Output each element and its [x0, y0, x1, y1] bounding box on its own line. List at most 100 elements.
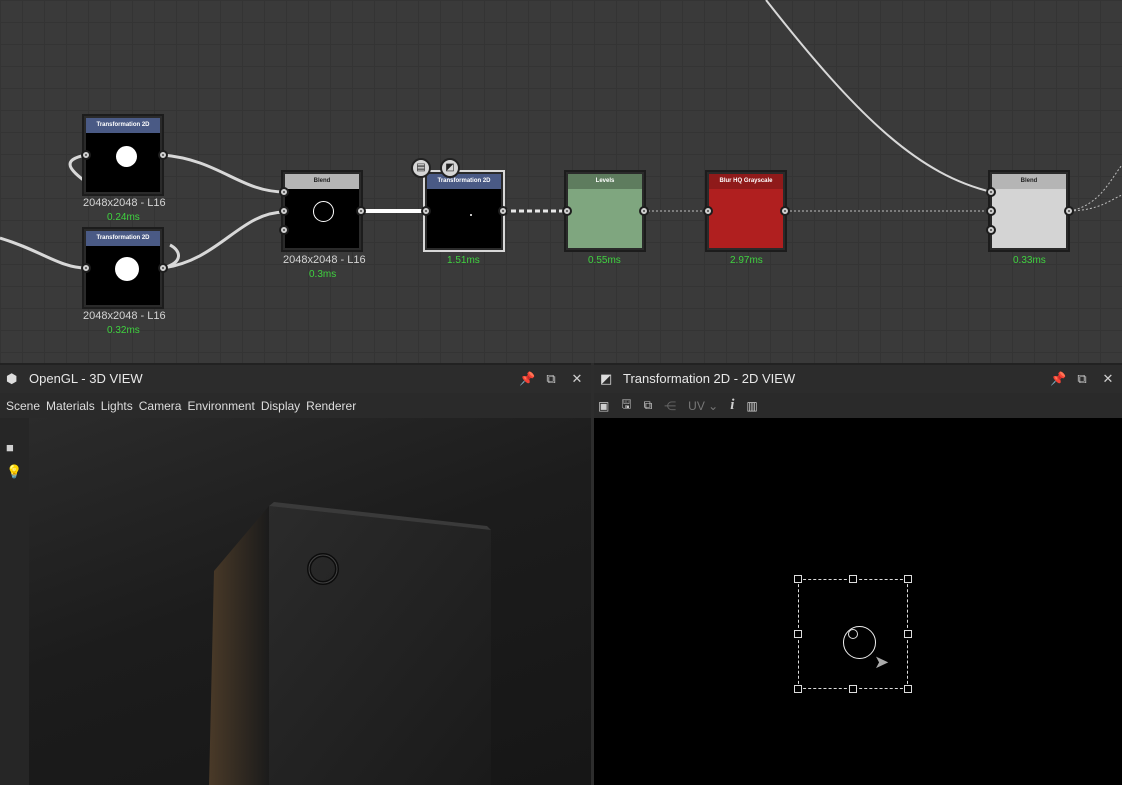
3d-box-render — [209, 502, 491, 785]
checker-icon[interactable]: ◩ — [440, 158, 460, 178]
node-thumbnail — [992, 189, 1066, 248]
menu-lights[interactable]: Lights — [101, 399, 133, 413]
menu-environment[interactable]: Environment — [187, 399, 254, 413]
graph-wires — [0, 0, 1122, 270]
node-blend[interactable]: Blend — [281, 170, 363, 252]
gizmo-handle-t[interactable] — [849, 575, 857, 583]
histogram-icon[interactable]: ▥ — [746, 399, 757, 413]
menu-display[interactable]: Display — [261, 399, 300, 413]
node-time-label: 2.97ms — [730, 255, 763, 266]
output-port[interactable] — [639, 206, 649, 216]
panel-2d-view: ◩ Transformation 2D - 2D VIEW 📌 ⧉ ✕ ▣ 🖫 … — [594, 363, 1122, 785]
node-thumbnail — [568, 189, 642, 248]
wire-top-right — [765, 0, 993, 193]
gizmo-handle-br[interactable] — [904, 685, 912, 693]
gizmo-handle-bl[interactable] — [794, 685, 802, 693]
camera-icon[interactable]: ■ — [6, 440, 14, 455]
node-size-label: 2048x2048 - L16 — [283, 254, 366, 266]
info-icon[interactable]: i — [730, 397, 734, 414]
node-title: Transformation 2D — [86, 118, 160, 133]
viewport-3d[interactable] — [29, 418, 591, 785]
node-title: Transformation 2D — [427, 174, 501, 189]
output-port[interactable] — [356, 206, 366, 216]
maximize-icon[interactable]: ⧉ — [545, 365, 557, 393]
node-title: Transformation 2D — [86, 231, 160, 246]
node-thumbnail — [86, 246, 160, 305]
node-title: Blend — [285, 174, 359, 189]
pin-icon[interactable]: 📌 — [519, 365, 535, 393]
light-icon[interactable]: 💡 — [6, 464, 22, 480]
node-blur-hq-grayscale[interactable]: Blur HQ Grayscale — [705, 170, 787, 252]
node-time-label: 0.33ms — [1013, 255, 1046, 266]
node-title: Blur HQ Grayscale — [709, 174, 783, 189]
gizmo-handle-l[interactable] — [794, 630, 802, 638]
input-port[interactable] — [986, 225, 996, 235]
panel-title-bar: ⬢ OpenGL - 3D VIEW 📌 ⧉ ✕ — [0, 365, 591, 393]
panel-title: Transformation 2D - 2D VIEW — [623, 371, 796, 386]
share-icon[interactable]: ⋲ — [664, 399, 676, 413]
output-port[interactable] — [498, 206, 508, 216]
wire-blend-out — [1069, 164, 1122, 212]
wire-left-in — [0, 236, 87, 270]
thumbnail-ring — [313, 201, 334, 222]
input-port[interactable] — [421, 206, 431, 216]
node-time-label: 0.55ms — [588, 255, 621, 266]
toolbar-2d: ▣ 🖫 ⧉ ⋲ UV ⌄ i ▥ — [594, 393, 1122, 418]
pin-icon[interactable]: 📌 — [1050, 365, 1066, 393]
menu-camera[interactable]: Camera — [139, 399, 182, 413]
output-port[interactable] — [1064, 206, 1074, 216]
cursor-icon: ➤ — [874, 652, 890, 672]
viewport-2d[interactable]: ➤ — [594, 418, 1122, 785]
input-port[interactable] — [279, 187, 289, 197]
node-title: Levels — [568, 174, 642, 189]
input-port[interactable] — [279, 225, 289, 235]
uv-dropdown[interactable]: UV ⌄ — [688, 399, 718, 413]
node-size-label: 2048x2048 - L16 — [83, 310, 166, 322]
gizmo-handle-tl[interactable] — [794, 575, 802, 583]
input-port[interactable] — [562, 206, 572, 216]
document-icon[interactable]: ▤ — [411, 158, 431, 178]
panel-title-bar: ◩ Transformation 2D - 2D VIEW 📌 ⧉ ✕ — [594, 365, 1122, 393]
input-port[interactable] — [703, 206, 713, 216]
node-title: Blend — [992, 174, 1066, 189]
input-port[interactable] — [81, 150, 91, 160]
output-port[interactable] — [158, 150, 168, 160]
wire-t2d-top-blend — [162, 153, 286, 194]
thumbnail-speck — [470, 214, 472, 216]
close-icon[interactable]: ✕ — [1102, 365, 1114, 393]
close-icon[interactable]: ✕ — [571, 365, 583, 393]
menu-renderer[interactable]: Renderer — [306, 399, 356, 413]
gizmo-handle-tr[interactable] — [904, 575, 912, 583]
node-levels[interactable]: Levels — [564, 170, 646, 252]
menu-materials[interactable]: Materials — [46, 399, 95, 413]
checker-icon: ◩ — [600, 371, 613, 386]
thumbnail-white-disc — [115, 257, 139, 281]
menu-bar-3d: Scene Materials Lights Camera Environmen… — [0, 393, 591, 418]
output-port[interactable] — [780, 206, 790, 216]
panel-3d-view: ⬢ OpenGL - 3D VIEW 📌 ⧉ ✕ Scene Materials… — [0, 363, 591, 785]
save-icon[interactable]: 🖫 — [621, 395, 631, 416]
menu-scene[interactable]: Scene — [6, 399, 40, 413]
gizmo-handle-r[interactable] — [904, 630, 912, 638]
node-time-label: 0.24ms — [107, 212, 140, 223]
panel-title: OpenGL - 3D VIEW — [29, 371, 143, 386]
gizmo-handle-b[interactable] — [849, 685, 857, 693]
input-port[interactable] — [279, 206, 289, 216]
node-blend-2[interactable]: Blend — [988, 170, 1070, 252]
node-graph[interactable]: Transformation 2D 2048x2048 - L16 0.24ms… — [0, 0, 1122, 363]
node-transformation-2d-bottom[interactable]: Transformation 2D — [82, 227, 164, 309]
input-port[interactable] — [986, 206, 996, 216]
input-port[interactable] — [81, 263, 91, 273]
node-time-label: 0.3ms — [309, 269, 337, 280]
node-size-label: 2048x2048 - L16 — [83, 197, 166, 209]
wire-t2d-bot-blend — [162, 210, 286, 270]
node-time-label: 1.51ms — [447, 255, 480, 266]
maximize-icon[interactable]: ⧉ — [1076, 365, 1088, 393]
output-port[interactable] — [158, 263, 168, 273]
node-transformation-2d-selected[interactable]: Transformation 2D — [423, 170, 505, 252]
node-transformation-2d-top[interactable]: Transformation 2D — [82, 114, 164, 196]
view-options-icon[interactable]: ▣ — [598, 399, 609, 413]
copy-icon[interactable]: ⧉ — [644, 398, 653, 413]
gizmo-pivot[interactable] — [848, 629, 858, 639]
input-port[interactable] — [986, 187, 996, 197]
